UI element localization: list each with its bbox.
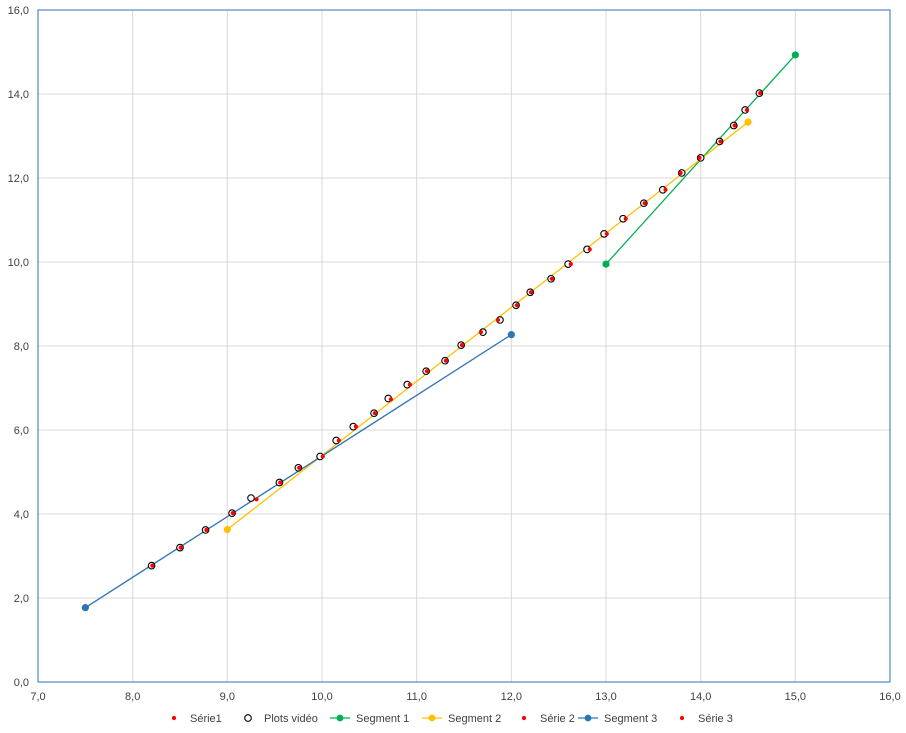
legend-swatch-marker xyxy=(428,714,436,722)
scatter-chart: 7,0 8,0 9,0 10,0 11,0 12,0 13,0 14,0 15,0 16,0 0,0… xyxy=(8,5,901,725)
legend-item-s-rie1: Série1 xyxy=(171,713,222,725)
s-rie-2-point xyxy=(528,290,534,295)
plots-vid-o-point xyxy=(247,494,255,502)
segment-2-endpoint xyxy=(223,525,231,534)
s-rie-2-point xyxy=(604,231,609,236)
x-tick-label: 16,0 xyxy=(879,691,900,703)
segment-2-endpoint xyxy=(744,118,752,126)
s-rie-2-point xyxy=(678,170,683,176)
s-rie1-point xyxy=(388,397,394,402)
s-rie1-point xyxy=(372,411,377,416)
x-tick-label: 11,0 xyxy=(406,691,427,703)
segment-3-endpoint xyxy=(81,604,89,612)
legend-item-segment-1: Segment 1 xyxy=(330,713,409,725)
legend-item-s-rie-2: Série 2 xyxy=(521,713,575,725)
legend-label: Segment 3 xyxy=(604,713,657,725)
x-tick-label: 14,0 xyxy=(690,691,711,703)
x-tick-label: 12,0 xyxy=(501,691,522,703)
legend-label: Série 3 xyxy=(698,713,733,725)
legend-item-s-rie-3: Série 3 xyxy=(679,713,733,725)
s-rie-2-point xyxy=(623,216,628,221)
x-tick-label: 13,0 xyxy=(595,691,616,703)
s-rie1-point xyxy=(407,382,412,387)
y-tick-label: 16,0 xyxy=(8,5,29,17)
s-rie1-point xyxy=(443,358,448,363)
segment-3-endpoint xyxy=(507,331,515,339)
s-rie-3-point xyxy=(758,91,763,96)
y-tick-label: 4,0 xyxy=(14,509,29,521)
segment-1-endpoint xyxy=(602,260,610,268)
legend-item-plots-vid-o: Plots vidéo xyxy=(244,713,318,725)
legend-item-segment-2: Segment 2 xyxy=(422,713,501,725)
s-rie-2-point xyxy=(514,303,519,308)
legend-swatch-marker xyxy=(584,714,592,722)
s-rie1-point xyxy=(278,480,283,485)
legend-swatch-marker xyxy=(244,714,252,722)
x-tick-label: 8,0 xyxy=(125,691,140,703)
s-rie-3-point xyxy=(744,107,750,113)
legend-swatch-marker xyxy=(171,715,177,721)
s-rie-2-point xyxy=(663,187,668,192)
s-rie-2-point xyxy=(697,155,702,160)
s-rie-3-point xyxy=(718,139,723,144)
legend-swatch-marker xyxy=(521,715,527,721)
s-rie1-point xyxy=(254,497,259,502)
s-rie-2-point xyxy=(495,317,501,323)
s-rie-3-point xyxy=(732,123,737,128)
s-rie1-point xyxy=(204,527,209,533)
x-tick-label: 10,0 xyxy=(311,691,332,703)
s-rie1-point xyxy=(478,330,483,335)
s-rie1-point xyxy=(353,424,359,429)
legend: Série1 Plots vidéo Segment 1 Segment 2 Série… xyxy=(171,713,733,725)
y-tick-label: 8,0 xyxy=(14,341,29,353)
legend-swatch-marker xyxy=(336,714,344,722)
segment-2-line xyxy=(226,121,749,531)
chart-container: 7,0 8,0 9,0 10,0 11,0 12,0 13,0 14,0 15,0 16,0 0,0… xyxy=(0,0,906,733)
y-tick-label: 12,0 xyxy=(8,173,29,185)
s-rie1-point xyxy=(320,454,325,459)
s-rie-2-point xyxy=(549,276,554,281)
legend-label: Série1 xyxy=(190,713,222,725)
y-tick-label: 6,0 xyxy=(14,425,29,437)
s-rie1-point xyxy=(150,563,155,568)
legend-label: Plots vidéo xyxy=(264,713,318,725)
s-rie1-point xyxy=(230,511,235,516)
legend-swatch-marker xyxy=(679,715,685,721)
y-tick-label: 14,0 xyxy=(8,89,29,101)
x-tick-label: 15,0 xyxy=(785,691,806,703)
legend-item-segment-3: Segment 3 xyxy=(578,713,657,725)
s-rie-2-point xyxy=(642,201,647,206)
s-rie1-point xyxy=(336,438,341,443)
legend-label: Segment 2 xyxy=(448,713,501,725)
y-tick-label: 10,0 xyxy=(8,257,29,269)
legend-label: Segment 1 xyxy=(356,713,409,725)
data-series xyxy=(81,51,799,612)
s-rie1-point xyxy=(297,465,302,470)
y-tick-label: 0,0 xyxy=(14,677,29,689)
y-tick-label: 2,0 xyxy=(14,593,29,605)
s-rie1-point xyxy=(459,343,465,348)
segment-1-endpoint xyxy=(791,51,799,59)
s-rie1-point xyxy=(424,369,430,374)
s-rie1-point xyxy=(178,545,183,550)
x-tick-label: 7,0 xyxy=(30,691,45,703)
x-tick-label: 9,0 xyxy=(220,691,235,703)
s-rie-2-point xyxy=(587,247,592,252)
s-rie-2-point xyxy=(568,262,573,267)
legend-label: Série 2 xyxy=(540,713,575,725)
